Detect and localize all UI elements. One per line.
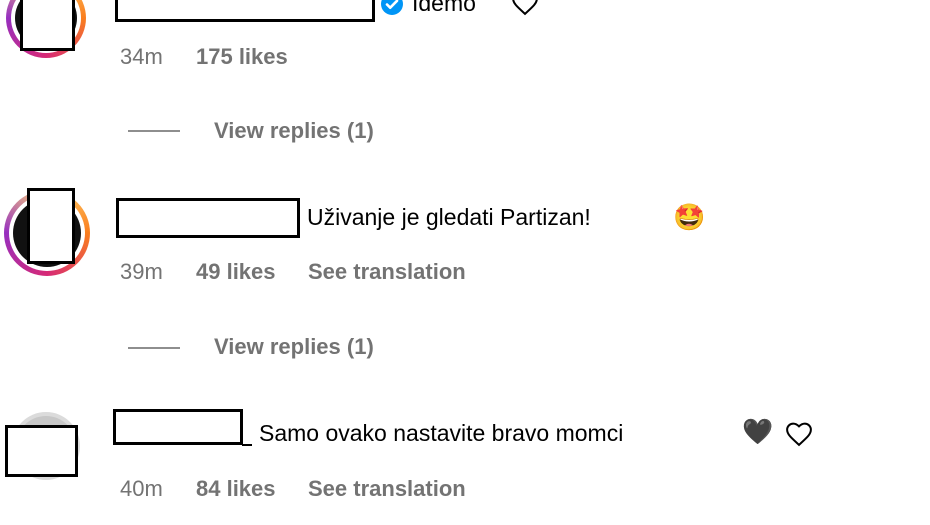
see-translation-button[interactable]: See translation [308, 259, 466, 285]
comment-likes[interactable]: 49 likes [196, 259, 276, 285]
view-replies-button[interactable]: View replies (1) [214, 334, 374, 360]
heart-outline-icon[interactable] [510, 0, 540, 16]
comment-likes[interactable]: 175 likes [196, 44, 288, 70]
username-redaction[interactable] [113, 409, 243, 445]
username-redaction[interactable] [116, 198, 300, 238]
username-underscore [242, 444, 252, 446]
comment-item: Idemo 34m 175 likes [0, 0, 930, 80]
avatar-redaction [20, 0, 75, 51]
heart-outline-icon[interactable] [784, 419, 814, 447]
likes-count[interactable]: 175 likes [196, 44, 288, 69]
comment-time: 34m [120, 44, 163, 69]
star-struck-emoji: 🤩 [673, 202, 706, 232]
comment-time: 40m [120, 476, 163, 501]
avatar-redaction [5, 425, 78, 477]
black-heart-emoji: 🖤 [742, 418, 774, 446]
see-translation-button[interactable]: See translation [308, 476, 466, 502]
comment-time: 39m [120, 259, 163, 284]
replies-divider [128, 347, 180, 349]
replies-divider [128, 130, 180, 132]
comment-likes[interactable]: 84 likes [196, 476, 276, 502]
view-replies-button[interactable]: View replies (1) [214, 118, 374, 144]
avatar-redaction [27, 188, 75, 264]
comment-text: Samo ovako nastavite bravo momci [259, 420, 624, 446]
username-redaction[interactable] [115, 0, 375, 22]
likes-count[interactable]: 84 likes [196, 476, 276, 501]
comment-text: Uživanje je gledati Partizan! [307, 204, 591, 230]
comment-text: Idemo [412, 0, 476, 16]
verified-badge-icon [381, 0, 403, 15]
likes-count[interactable]: 49 likes [196, 259, 276, 284]
